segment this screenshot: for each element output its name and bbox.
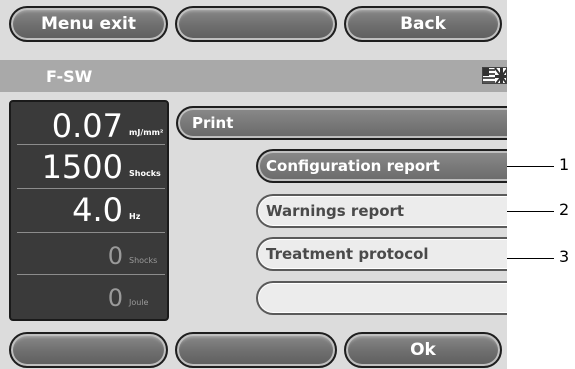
configuration-report-button[interactable]: Configuration report xyxy=(256,149,507,183)
bottom-left-button[interactable] xyxy=(9,332,168,368)
ok-button[interactable]: Ok xyxy=(344,332,502,368)
callout-number: 2 xyxy=(559,200,570,219)
callout-line-3 xyxy=(507,258,554,259)
parameter-value: 0.07 xyxy=(51,107,123,145)
parameter-panel: 0.07 mJ/mm² 1500 Shocks 4.0 Hz 0 Shocks … xyxy=(9,100,169,321)
callout-line-1 xyxy=(507,166,554,167)
parameter-unit: mJ/mm² xyxy=(129,128,164,137)
parameter-shocks: 1500 Shocks xyxy=(11,143,167,183)
parameter-unit: Joule xyxy=(129,298,149,307)
callout-number: 1 xyxy=(559,155,570,174)
parameter-unit: Shocks xyxy=(129,256,158,265)
back-button[interactable]: Back xyxy=(344,6,502,42)
parameter-energy-total: 0 Joule xyxy=(11,272,167,312)
parameter-unit: Shocks xyxy=(129,169,161,178)
parameter-frequency: 4.0 Hz xyxy=(11,186,167,226)
parameter-value: 0 xyxy=(107,284,123,312)
menu-exit-button[interactable]: Menu exit xyxy=(9,6,168,42)
parameter-value: 0 xyxy=(107,242,123,270)
empty-menu-button[interactable] xyxy=(256,281,507,315)
warnings-report-button[interactable]: Warnings report xyxy=(256,194,507,228)
parameter-shock-count: 0 Shocks xyxy=(11,230,167,270)
callout-line-2 xyxy=(507,211,554,212)
print-header: Print xyxy=(176,106,507,140)
top-middle-button[interactable] xyxy=(175,6,337,42)
bottom-middle-button[interactable] xyxy=(175,332,337,368)
parameter-value: 4.0 xyxy=(72,191,123,229)
parameter-unit: Hz xyxy=(129,212,141,221)
treatment-protocol-button[interactable]: Treatment protocol xyxy=(256,237,507,271)
parameter-value: 1500 xyxy=(41,148,123,186)
us-uk-flag-icon[interactable] xyxy=(482,67,507,84)
parameter-energy-density: 0.07 mJ/mm² xyxy=(11,102,167,142)
callout-number: 3 xyxy=(559,247,570,266)
page-title: F-SW xyxy=(46,67,93,86)
device-screen: Menu exit Back F-SW 0.07 mJ/mm² 1500 Sho… xyxy=(0,0,507,369)
